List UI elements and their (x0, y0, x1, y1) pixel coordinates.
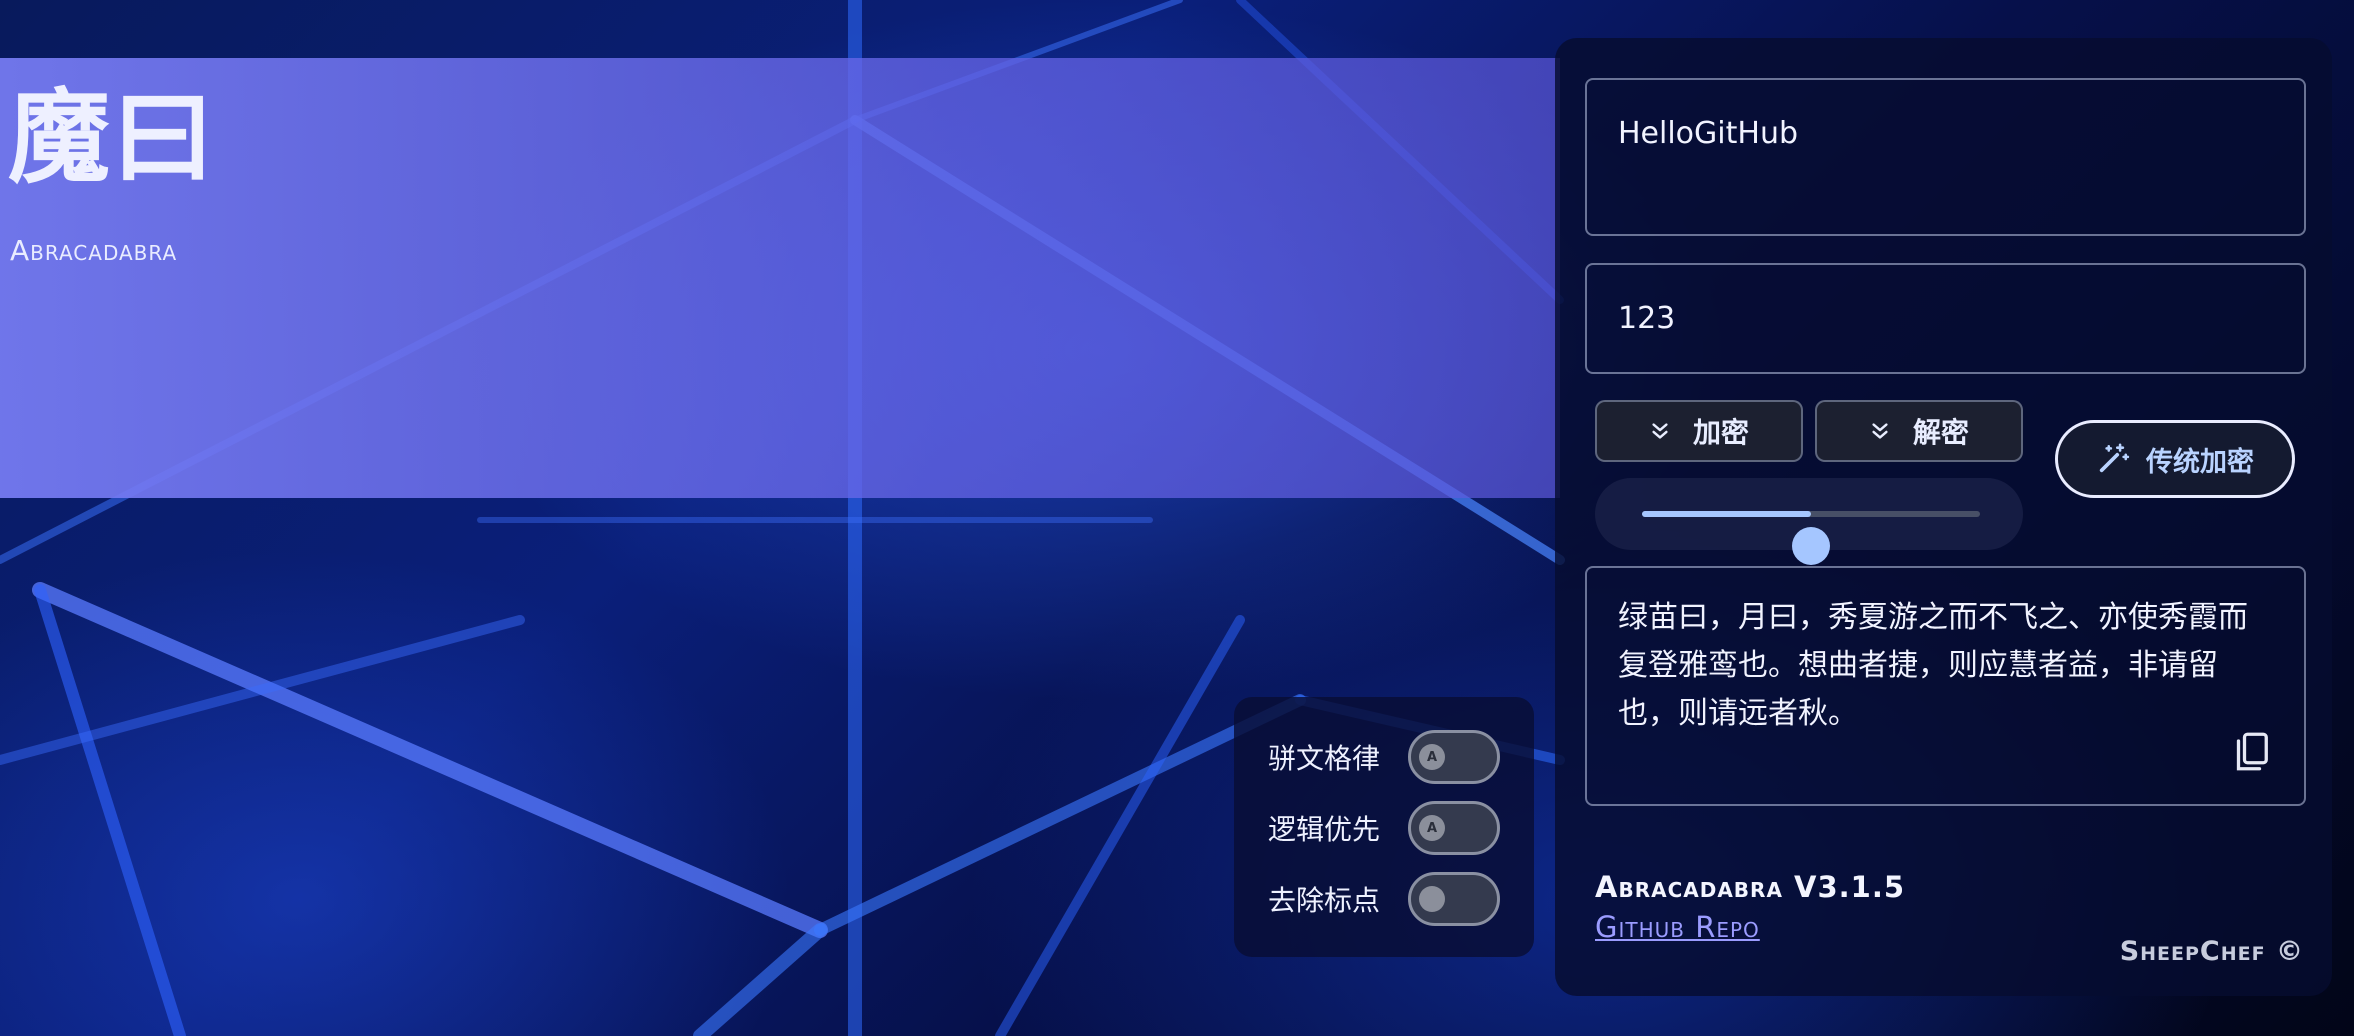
option-toggle[interactable] (1408, 872, 1500, 926)
toggle-knob: A (1419, 815, 1445, 841)
slider-thumb[interactable] (1792, 527, 1830, 565)
strength-slider[interactable] (1595, 478, 2023, 565)
option-toggle[interactable]: A (1408, 801, 1500, 855)
slider-fill (1642, 511, 1811, 517)
double-chevron-down-icon (1652, 423, 1668, 439)
copy-icon[interactable] (2234, 732, 2270, 774)
encrypt-button[interactable]: 加密 (1595, 400, 1803, 462)
double-chevron-down-icon (1872, 423, 1888, 439)
encrypt-label: 加密 (1692, 416, 1749, 449)
option-label: 逻辑优先 (1268, 813, 1381, 846)
option-logic-first: 逻辑优先 A (1268, 798, 1500, 858)
key-input[interactable]: 123 (1585, 263, 2306, 374)
magic-wand-icon (2099, 443, 2130, 473)
decrypt-button[interactable]: 解密 (1815, 400, 2023, 462)
key-value: 123 (1618, 301, 1676, 336)
plaintext-input[interactable]: HelloGitHub (1585, 78, 2306, 236)
toggle-knob: A (1419, 744, 1445, 770)
toggle-knob (1419, 886, 1445, 912)
slider-track (1642, 511, 1980, 565)
decrypt-label: 解密 (1912, 416, 1969, 449)
output-box[interactable]: 绿苗曰，月曰，秀夏游之而不飞之、亦使秀霞而复登雅鸾也。想曲者捷，则应慧者益，非请… (1585, 566, 2306, 806)
options-panel: 骈文格律 A 逻辑优先 A 去除标点 (1234, 697, 1534, 957)
option-label: 骈文格律 (1268, 742, 1381, 775)
hero-band (0, 58, 1560, 498)
version-text: Abracadabra V3.1.5 (1595, 870, 1906, 904)
credit-text: SheepChef © (2119, 936, 2304, 967)
plaintext-value: HelloGitHub (1618, 116, 1798, 151)
traditional-encrypt-button[interactable]: 传统加密 (2055, 420, 2295, 498)
traditional-encrypt-label: 传统加密 (2146, 446, 2254, 478)
output-text: 绿苗曰，月曰，秀夏游之而不飞之、亦使秀霞而复登雅鸾也。想曲者捷，则应慧者益，非请… (1618, 600, 2248, 731)
page-title: 魔曰 (8, 79, 216, 198)
page-subtitle: Abracadabra (10, 234, 178, 267)
option-label: 去除标点 (1268, 884, 1381, 917)
option-remove-punctuation: 去除标点 (1268, 869, 1500, 929)
github-repo-link[interactable]: Github Repo (1595, 910, 1760, 944)
option-toggle[interactable]: A (1408, 730, 1500, 784)
main-panel: HelloGitHub 123 加密 解密 传统加密 绿苗曰，月曰，秀夏游之而不… (1555, 38, 2332, 996)
option-parallel-prose: 骈文格律 A (1268, 727, 1500, 787)
